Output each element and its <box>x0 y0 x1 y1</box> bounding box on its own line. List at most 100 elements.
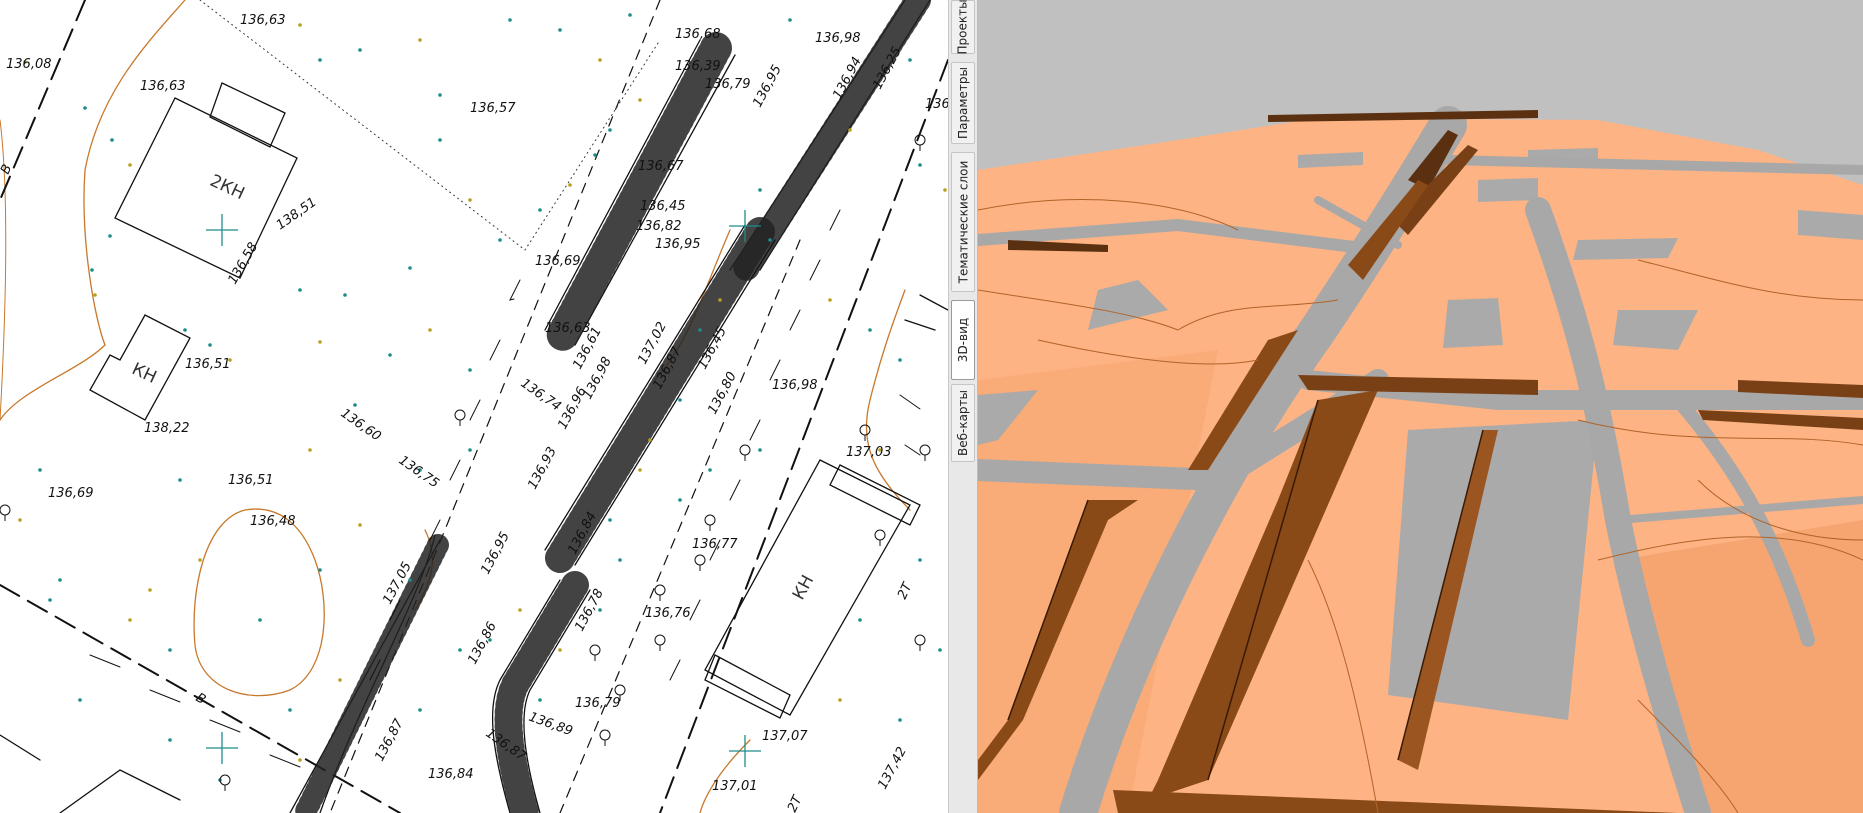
building-2kn <box>114 97 298 279</box>
building-label: 2КН <box>207 171 248 204</box>
survey-point <box>768 238 772 242</box>
tree-icon <box>454 409 466 426</box>
survey-point <box>628 13 632 17</box>
survey-point <box>538 698 542 702</box>
survey-point <box>338 678 342 682</box>
survey-point <box>388 353 392 357</box>
survey-point <box>318 340 322 344</box>
survey-point <box>438 93 442 97</box>
survey-point <box>438 138 442 142</box>
map-2d-view[interactable]: 2КН КН КН В В 2Т 2Т 136,63 136,08 136,63… <box>0 0 948 813</box>
survey-point <box>83 106 87 110</box>
tab-thematic-layers[interactable]: Тематические слои <box>951 152 975 292</box>
survey-point <box>918 558 922 562</box>
survey-point <box>418 38 422 42</box>
survey-point <box>408 578 412 582</box>
survey-point <box>618 558 622 562</box>
elevation-label: 136,95 <box>750 63 785 110</box>
tree-icon <box>914 134 926 151</box>
survey-point <box>678 498 682 502</box>
survey-point <box>93 293 97 297</box>
survey-point <box>858 618 862 622</box>
survey-point <box>838 698 842 702</box>
survey-point <box>638 98 642 102</box>
survey-point <box>343 293 347 297</box>
elevation-label: 136,60 <box>338 406 384 444</box>
survey-point <box>90 268 94 272</box>
elevation-label: 137,01 <box>712 779 758 794</box>
survey-point <box>638 468 642 472</box>
elevation-label: 136,39 <box>675 59 721 74</box>
line-label: 2Т <box>785 793 806 813</box>
survey-point <box>593 153 597 157</box>
tab-label: Проекты <box>956 0 971 55</box>
tab-label: Веб-карты <box>956 389 970 457</box>
survey-point <box>868 328 872 332</box>
survey-point <box>183 328 187 332</box>
tree-icon <box>589 644 601 661</box>
line-label: 2Т <box>895 580 916 602</box>
elevation-label: 136,89 <box>527 710 575 740</box>
survey-point <box>908 58 912 62</box>
survey-point <box>608 128 612 132</box>
elevation-label: 136,48 <box>250 514 296 529</box>
elevation-label: 136,79 <box>705 77 751 92</box>
elevation-label: 137,07 <box>762 729 808 744</box>
tree-icon <box>914 634 926 651</box>
elevation-label: 136,63 <box>240 13 286 28</box>
survey-point <box>110 138 114 142</box>
tree-icon <box>0 504 11 521</box>
survey-point <box>568 183 572 187</box>
tree-icon <box>704 514 716 531</box>
tab-label: Тематические слои <box>956 160 971 284</box>
survey-point <box>58 578 62 582</box>
survey-point <box>418 708 422 712</box>
survey-point <box>718 298 722 302</box>
survey-point <box>358 523 362 527</box>
3d-view-viewport[interactable] <box>978 0 1863 813</box>
3d-terrain-scene[interactable] <box>978 0 1863 813</box>
survey-point <box>918 163 922 167</box>
survey-crosses <box>206 210 761 767</box>
elevation-label: 136,74 <box>518 376 564 414</box>
contour-line <box>193 508 325 697</box>
tab-web-maps[interactable]: Веб-карты <box>951 384 975 462</box>
elevation-label: 136,98 <box>772 378 818 393</box>
survey-point <box>408 266 412 270</box>
tab-parameters[interactable]: Параметры <box>951 62 975 144</box>
elevation-label: 136,95 <box>655 237 701 252</box>
survey-point <box>318 568 322 572</box>
building-label: КН <box>789 572 818 603</box>
elevation-label: 136,45 <box>640 199 686 214</box>
survey-point <box>788 18 792 22</box>
tree-icon <box>859 424 871 441</box>
survey-point <box>298 758 302 762</box>
survey-point <box>198 558 202 562</box>
tree-icon <box>599 729 611 746</box>
survey-point <box>428 328 432 332</box>
elevation-label: 136,76 <box>645 606 691 621</box>
survey-point <box>598 58 602 62</box>
survey-point <box>208 343 212 347</box>
elevation-label: 136,63 <box>545 321 591 336</box>
survey-point <box>508 18 512 22</box>
contour-line <box>865 289 911 511</box>
tab-projects[interactable]: Проекты <box>951 0 975 55</box>
tab-3d-view[interactable]: 3D-вид <box>951 300 975 380</box>
elevation-label: 136,51 <box>185 357 231 372</box>
survey-point <box>848 128 852 132</box>
elevation-label: 136,51 <box>925 97 948 112</box>
survey-point <box>828 298 832 302</box>
line-label: В <box>0 162 15 176</box>
tree-icon <box>654 584 666 601</box>
survey-point <box>18 518 22 522</box>
elevation-label: 136,82 <box>636 219 682 234</box>
tree-icon <box>919 444 931 461</box>
elevation-label: 136,96 <box>555 385 590 432</box>
survey-point <box>898 718 902 722</box>
elevation-label: 136,98 <box>815 31 861 46</box>
topographic-plan[interactable]: 2КН КН КН В В 2Т 2Т 136,63 136,08 136,63… <box>0 0 948 813</box>
tab-label: Параметры <box>956 67 970 139</box>
elevation-label: 137,42 <box>875 745 910 792</box>
survey-point <box>353 403 357 407</box>
